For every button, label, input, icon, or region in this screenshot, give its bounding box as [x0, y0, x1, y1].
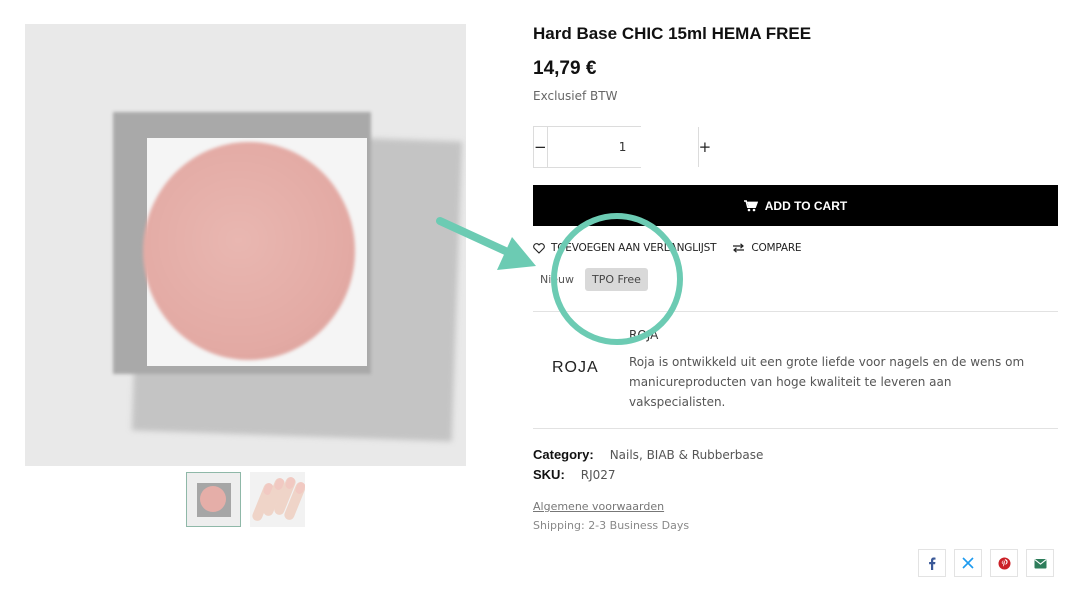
quantity-plus-button[interactable]: +	[699, 127, 712, 167]
divider	[533, 311, 1058, 312]
wishlist-label: TOEVOEGEN AAN VERLANGLIJST	[551, 242, 717, 254]
quantity-input[interactable]	[546, 127, 699, 167]
share-pinterest-button[interactable]	[990, 549, 1018, 577]
tag-nieuw[interactable]: Nieuw	[533, 268, 581, 291]
thumbnail-hand[interactable]	[250, 472, 305, 527]
cart-icon	[743, 199, 758, 211]
product-actions: TOEVOEGEN AAN VERLANGLIJST COMPARE	[533, 241, 802, 255]
shipping-info: Shipping: 2-3 Business Days	[533, 519, 690, 532]
share-email-button[interactable]	[1026, 549, 1054, 577]
terms-link[interactable]: Algemene voorwaarden	[533, 500, 664, 513]
brand-description: Roja is ontwikkeld uit een grote liefde …	[629, 355, 1025, 409]
sku-value: RJ027	[580, 467, 616, 482]
sku-label: SKU:	[533, 467, 565, 482]
thumbnail-jar[interactable]	[186, 472, 241, 527]
share-facebook-button[interactable]	[918, 549, 946, 577]
divider	[533, 428, 1058, 429]
category-row: Category: Nails, BIAB & Rubberbase	[533, 447, 763, 462]
product-title: Hard Base CHIC 15ml HEMA FREE	[533, 24, 812, 43]
price-tax-note: Exclusief BTW	[533, 89, 618, 103]
facebook-icon	[929, 557, 936, 570]
x-icon	[962, 557, 974, 569]
tag-tpo-free[interactable]: TPO Free	[585, 268, 648, 291]
category-label: Category:	[533, 447, 594, 462]
compare-arrows-icon	[733, 243, 745, 253]
quantity-stepper: − +	[533, 126, 711, 168]
add-to-cart-label: ADD TO CART	[764, 198, 848, 213]
add-to-wishlist[interactable]: TOEVOEGEN AAN VERLANGLIJST	[533, 242, 717, 254]
product-main-image[interactable]	[25, 24, 466, 466]
brand-name: ROJA	[629, 328, 659, 342]
product-price: 14,79 €	[533, 58, 597, 79]
annotation-arrow-head	[497, 237, 536, 270]
sku-row: SKU: RJ027	[533, 467, 616, 482]
thumbnail-jar-disc	[200, 486, 226, 512]
product-tags: Nieuw TPO Free	[533, 268, 648, 291]
quantity-minus-button[interactable]: −	[534, 127, 547, 167]
compare-link[interactable]: COMPARE	[732, 242, 802, 254]
gel-disc	[143, 142, 355, 360]
category-value[interactable]: Nails, BIAB & Rubberbase	[610, 448, 764, 462]
nail	[294, 480, 305, 496]
add-to-cart-button[interactable]: ADD TO CART	[533, 185, 1058, 226]
share-x-button[interactable]	[954, 549, 982, 577]
compare-label: COMPARE	[751, 242, 802, 254]
heart-icon	[533, 242, 545, 254]
email-icon	[1033, 558, 1047, 568]
brand-logo[interactable]: ROJA	[552, 359, 599, 377]
pinterest-icon	[998, 557, 1010, 569]
